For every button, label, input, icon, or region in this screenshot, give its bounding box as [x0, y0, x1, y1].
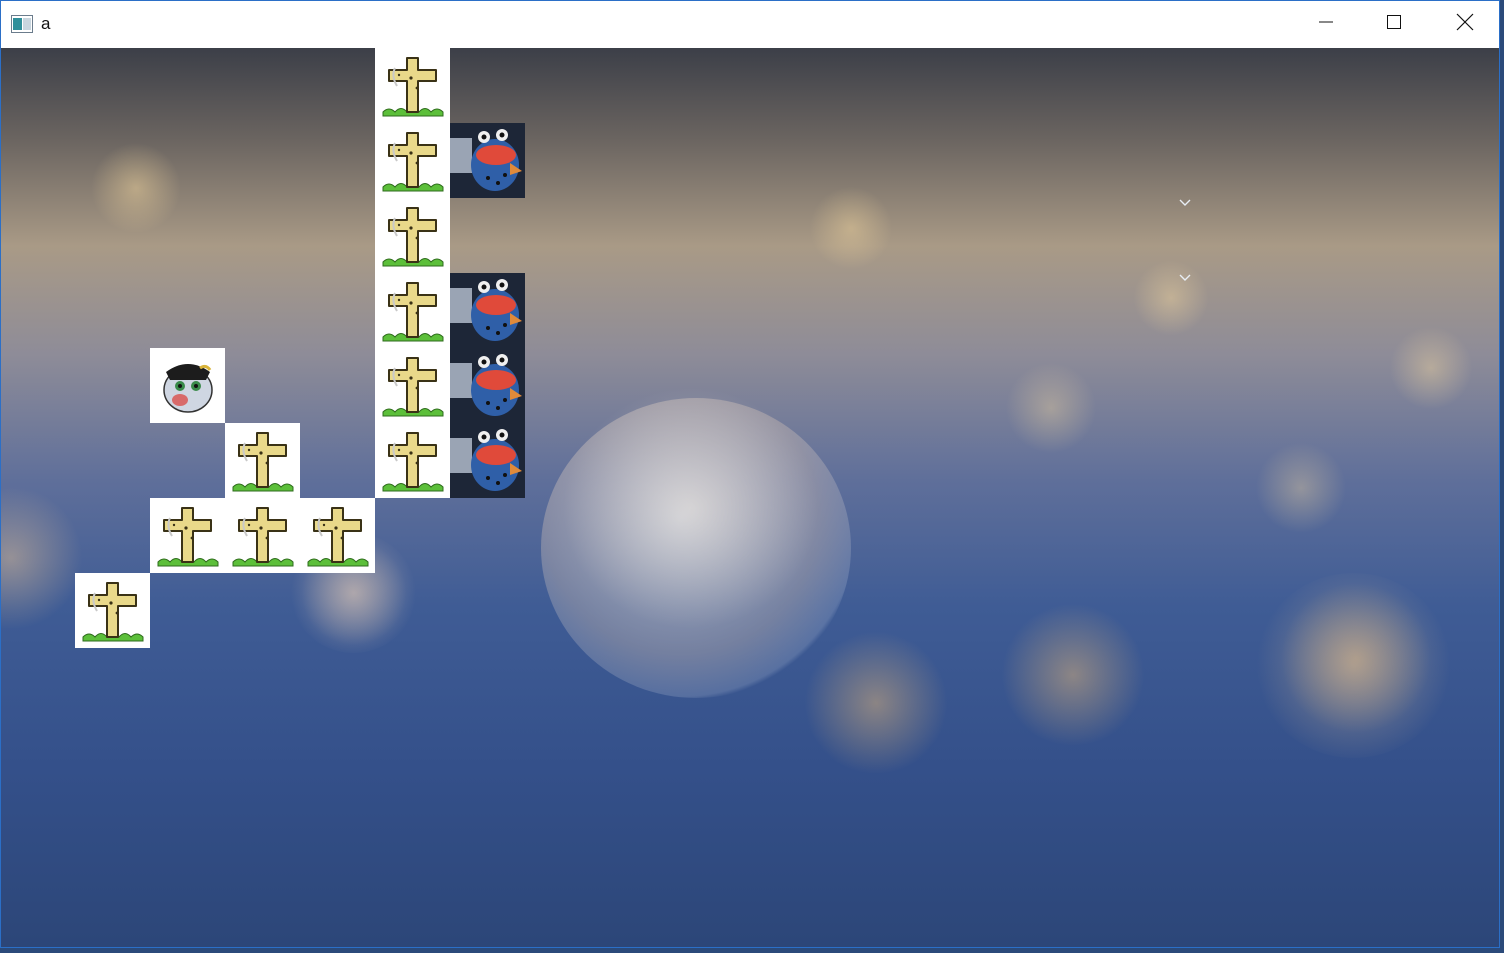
- maximize-button[interactable]: [1360, 1, 1428, 48]
- frog-tile[interactable]: [450, 123, 525, 198]
- title-bar[interactable]: a: [1, 1, 1499, 48]
- zombie-tile[interactable]: [150, 348, 225, 423]
- grave-tile[interactable]: [150, 498, 225, 573]
- window-title: a: [41, 14, 51, 33]
- app-icon: [11, 15, 33, 33]
- frog-tile[interactable]: [450, 348, 525, 423]
- close-button[interactable]: [1431, 1, 1499, 48]
- chevron-down-icon: [1179, 194, 1191, 206]
- grave-tile[interactable]: [375, 273, 450, 348]
- game-window: a: [0, 0, 1500, 948]
- grave-tile[interactable]: [300, 498, 375, 573]
- minimize-icon: [1318, 14, 1334, 35]
- grave-tile[interactable]: [225, 498, 300, 573]
- grave-tile[interactable]: [375, 423, 450, 498]
- frog-tile[interactable]: [450, 273, 525, 348]
- grave-tile[interactable]: [225, 423, 300, 498]
- chevron-down-icon: [1179, 269, 1191, 281]
- maximize-icon: [1386, 14, 1402, 35]
- frozen-bubble: [1256, 573, 1451, 758]
- grave-tile[interactable]: [375, 123, 450, 198]
- close-icon: [1456, 13, 1474, 36]
- minimize-button[interactable]: [1292, 1, 1360, 48]
- frog-tile[interactable]: [450, 423, 525, 498]
- frozen-bubble: [541, 398, 851, 698]
- game-canvas[interactable]: [1, 48, 1499, 947]
- grave-tile[interactable]: [75, 573, 150, 648]
- grave-tile[interactable]: [375, 348, 450, 423]
- grave-tile[interactable]: [375, 198, 450, 273]
- grave-tile[interactable]: [375, 48, 450, 123]
